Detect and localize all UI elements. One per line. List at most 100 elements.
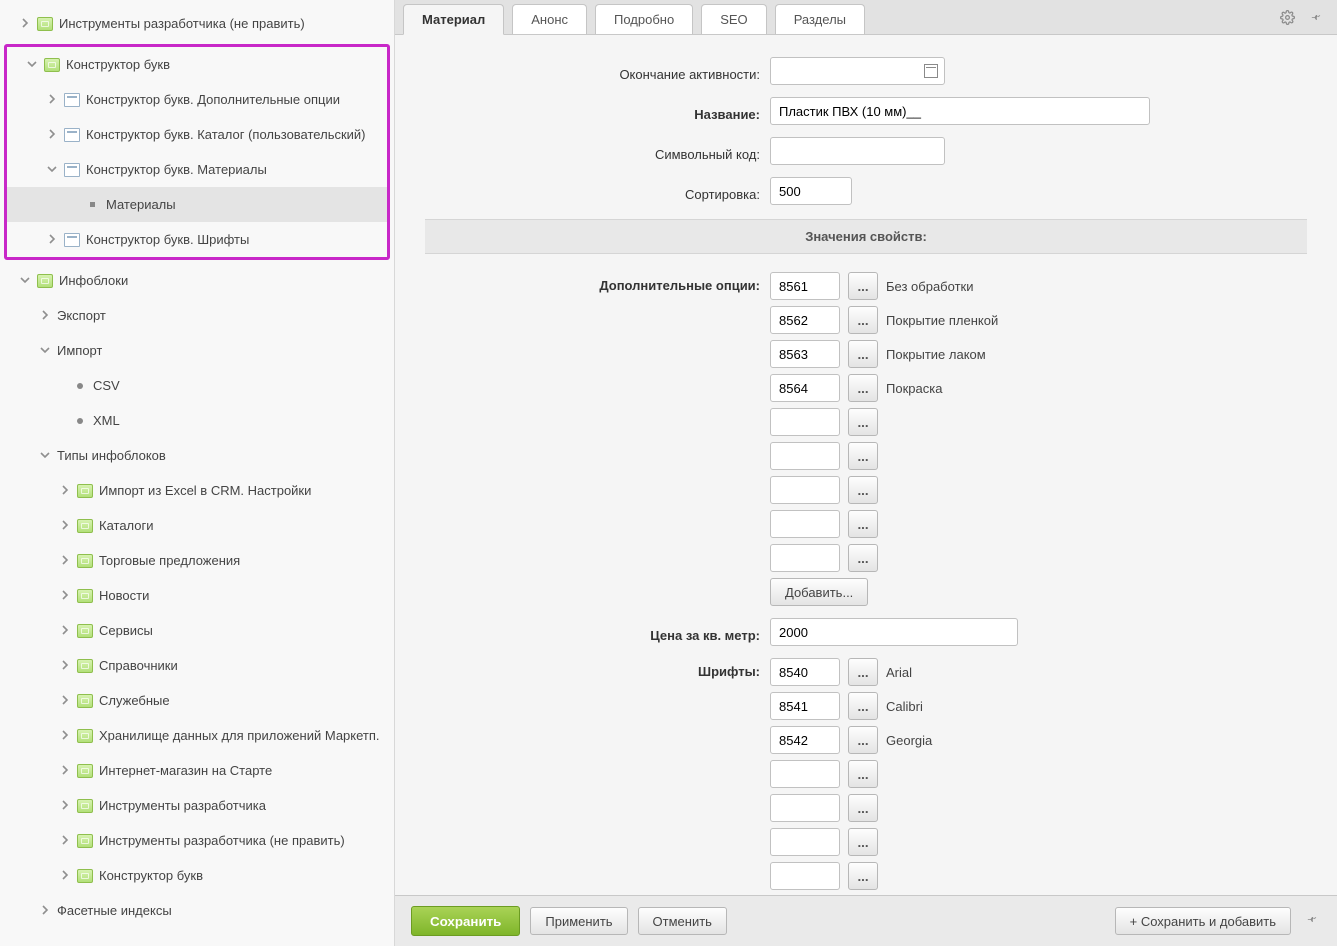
sidebar-item[interactable]: Инструменты разработчика (не править) — [0, 6, 394, 41]
sidebar-item[interactable]: Сервисы — [0, 613, 394, 648]
tab-анонс[interactable]: Анонс — [512, 4, 587, 34]
sidebar-item-label: XML — [93, 413, 120, 428]
sidebar-item[interactable]: Типы инфоблоков — [0, 438, 394, 473]
arrow-placeholder — [60, 380, 72, 392]
sidebar-item[interactable]: Торговые предложения — [0, 543, 394, 578]
activity-end-input[interactable] — [770, 57, 945, 85]
sidebar-item[interactable]: Конструктор букв. Каталог (пользовательс… — [7, 117, 387, 152]
sidebar-item[interactable]: Инфоблоки — [0, 263, 394, 298]
pick-button[interactable]: ... — [848, 794, 878, 822]
pick-button[interactable]: ... — [848, 306, 878, 334]
pick-button[interactable]: ... — [848, 510, 878, 538]
sidebar-item-label: Конструктор букв. Материалы — [86, 162, 267, 177]
pick-button[interactable]: ... — [848, 760, 878, 788]
pin-icon[interactable] — [1309, 10, 1321, 28]
sidebar-item-label: Торговые предложения — [99, 553, 240, 568]
property-id-input[interactable] — [770, 340, 840, 368]
property-id-input[interactable] — [770, 374, 840, 402]
property-id-input[interactable] — [770, 862, 840, 890]
pick-button[interactable]: ... — [848, 692, 878, 720]
pick-button[interactable]: ... — [848, 544, 878, 572]
property-name-label: Покрытие пленкой — [886, 313, 998, 328]
chevron-right-icon — [40, 310, 52, 322]
tab-разделы[interactable]: Разделы — [775, 4, 865, 34]
pick-button[interactable]: ... — [848, 442, 878, 470]
label-fonts: Шрифты: — [425, 658, 770, 679]
property-id-input[interactable] — [770, 510, 840, 538]
save-and-add-button[interactable]: + Сохранить и добавить — [1115, 907, 1291, 935]
pick-button[interactable]: ... — [848, 408, 878, 436]
pick-button[interactable]: ... — [848, 272, 878, 300]
property-id-input[interactable] — [770, 442, 840, 470]
sidebar-item[interactable]: Новости — [0, 578, 394, 613]
sort-input[interactable] — [770, 177, 852, 205]
sidebar-item-label: Сервисы — [99, 623, 153, 638]
sidebar-item[interactable]: Инструменты разработчика (не править) — [0, 823, 394, 858]
property-id-input[interactable] — [770, 658, 840, 686]
iblock-icon — [77, 729, 93, 743]
sidebar-item[interactable]: Импорт из Excel в CRM. Настройки — [0, 473, 394, 508]
sidebar-item-label: Каталоги — [99, 518, 154, 533]
gear-icon[interactable] — [1280, 10, 1295, 28]
name-input[interactable] — [770, 97, 1150, 125]
chevron-down-icon — [40, 450, 52, 462]
pick-button[interactable]: ... — [848, 828, 878, 856]
pick-button[interactable]: ... — [848, 374, 878, 402]
save-button[interactable]: Сохранить — [411, 906, 520, 936]
sidebar-item[interactable]: Конструктор букв. Дополнительные опции — [7, 82, 387, 117]
chevron-down-icon — [27, 59, 39, 71]
pick-button[interactable]: ... — [848, 658, 878, 686]
page-icon — [64, 128, 80, 142]
iblock-icon — [77, 799, 93, 813]
sidebar-item-label: Конструктор букв — [66, 57, 170, 72]
sidebar-item[interactable]: Материалы — [7, 187, 387, 222]
property-id-input[interactable] — [770, 476, 840, 504]
pick-button[interactable]: ... — [848, 340, 878, 368]
sidebar-item[interactable]: Конструктор букв. Шрифты — [7, 222, 387, 257]
sidebar-item[interactable]: Служебные — [0, 683, 394, 718]
property-id-input[interactable] — [770, 544, 840, 572]
sidebar-item[interactable]: Интернет-магазин на Старте — [0, 753, 394, 788]
sidebar-item-label: Интернет-магазин на Старте — [99, 763, 272, 778]
sidebar-item[interactable]: Конструктор букв. Материалы — [7, 152, 387, 187]
sidebar-item[interactable]: Экспорт — [0, 298, 394, 333]
property-id-input[interactable] — [770, 760, 840, 788]
symbolic-code-input[interactable] — [770, 137, 945, 165]
property-id-input[interactable] — [770, 828, 840, 856]
sidebar-item[interactable]: Хранилище данных для приложений Маркетп. — [0, 718, 394, 753]
pick-button[interactable]: ... — [848, 862, 878, 890]
sidebar-item[interactable]: Фасетные индексы — [0, 893, 394, 928]
chevron-right-icon — [47, 234, 59, 246]
property-id-input[interactable] — [770, 272, 840, 300]
sidebar-item[interactable]: Конструктор букв — [7, 47, 387, 82]
add-button[interactable]: Добавить... — [770, 578, 868, 606]
sidebar-item[interactable]: Импорт — [0, 333, 394, 368]
main-panel: МатериалАнонсПодробноSEOРазделы Окончани… — [395, 0, 1337, 946]
property-id-input[interactable] — [770, 794, 840, 822]
sidebar-item-label: Экспорт — [57, 308, 106, 323]
apply-button[interactable]: Применить — [530, 907, 627, 935]
sidebar-item[interactable]: XML — [0, 403, 394, 438]
tab-подробно[interactable]: Подробно — [595, 4, 693, 34]
price-input[interactable] — [770, 618, 1018, 646]
label-extra-options: Дополнительные опции: — [425, 272, 770, 293]
iblock-icon — [77, 624, 93, 638]
arrow-placeholder — [60, 415, 72, 427]
cancel-button[interactable]: Отменить — [638, 907, 727, 935]
page-icon — [64, 233, 80, 247]
property-id-input[interactable] — [770, 408, 840, 436]
property-id-input[interactable] — [770, 306, 840, 334]
tab-seo[interactable]: SEO — [701, 4, 766, 34]
sidebar-item[interactable]: CSV — [0, 368, 394, 403]
footer-pin-icon[interactable] — [1301, 912, 1321, 931]
sidebar-item[interactable]: Каталоги — [0, 508, 394, 543]
tab-материал[interactable]: Материал — [403, 4, 504, 35]
pick-button[interactable]: ... — [848, 726, 878, 754]
sidebar-item[interactable]: Справочники — [0, 648, 394, 683]
property-id-input[interactable] — [770, 726, 840, 754]
pick-button[interactable]: ... — [848, 476, 878, 504]
chevron-right-icon — [40, 905, 52, 917]
sidebar-item[interactable]: Конструктор букв — [0, 858, 394, 893]
sidebar-item[interactable]: Инструменты разработчика — [0, 788, 394, 823]
property-id-input[interactable] — [770, 692, 840, 720]
